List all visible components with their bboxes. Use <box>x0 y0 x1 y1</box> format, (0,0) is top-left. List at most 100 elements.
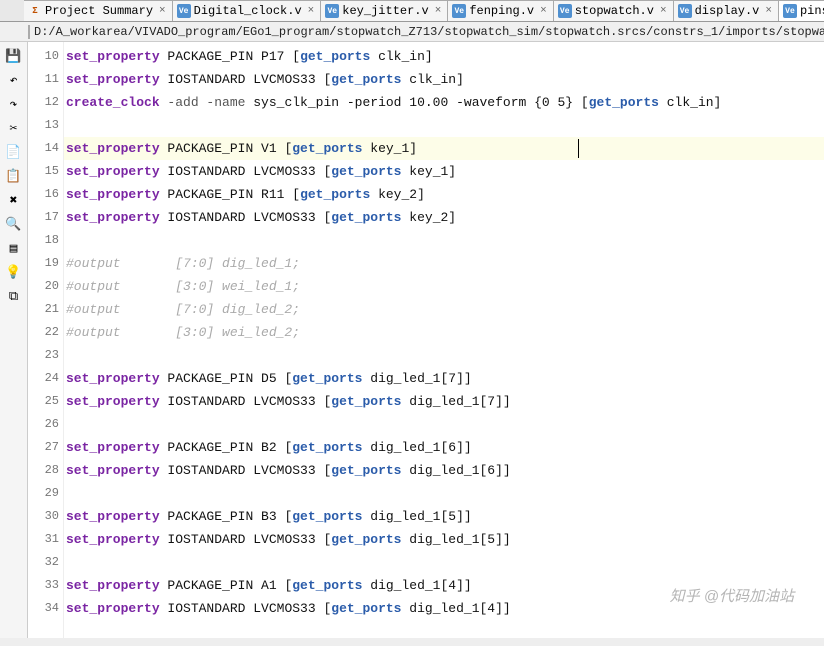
code-line[interactable]: create_clock -add -name sys_clk_pin -per… <box>64 91 824 114</box>
token-cm: #output [7:0] dig_led_1; <box>66 256 300 271</box>
code-line[interactable]: set_property IOSTANDARD LVCMOS33 [get_po… <box>64 206 824 229</box>
code-editor[interactable]: set_property PACKAGE_PIN P17 [get_ports … <box>64 42 824 646</box>
token-plain: sys_clk_pin -period 10.00 -waveform {0 5… <box>245 95 588 110</box>
find-icon[interactable]: 🔍 <box>4 214 24 234</box>
line-number: 19 <box>28 252 63 275</box>
token-plain: IOSTANDARD LVCMOS33 [ <box>160 601 332 616</box>
code-line[interactable]: set_property IOSTANDARD LVCMOS33 [get_po… <box>64 68 824 91</box>
delete-icon[interactable]: ✖ <box>4 190 24 210</box>
token-plain: clk_in] <box>659 95 721 110</box>
token-fn: get_ports <box>331 601 401 616</box>
token-kw: set_property <box>66 532 160 547</box>
copy-icon[interactable]: 📄 <box>4 142 24 162</box>
line-number: 13 <box>28 114 63 137</box>
token-fn: get_ports <box>331 210 401 225</box>
line-number: 21 <box>28 298 63 321</box>
tab-digital[interactable]: VeDigital_clock.v× <box>173 0 322 21</box>
line-number: 18 <box>28 229 63 252</box>
redo-icon[interactable]: ↷ <box>4 94 24 114</box>
code-line[interactable]: set_property PACKAGE_PIN B2 [get_ports d… <box>64 436 824 459</box>
horizontal-scrollbar[interactable] <box>0 638 824 646</box>
code-line[interactable]: set_property PACKAGE_PIN P17 [get_ports … <box>64 45 824 68</box>
line-number: 12 <box>28 91 63 114</box>
token-plain: dig_led_1[6]] <box>362 440 471 455</box>
token-cm: #output [3:0] wei_led_1; <box>66 279 300 294</box>
tab-pins[interactable]: Vepins_basys× <box>779 0 824 21</box>
cut-icon[interactable]: ✂ <box>4 118 24 138</box>
highlight-icon[interactable]: ▤ <box>4 238 24 258</box>
token-kw: set_property <box>66 601 160 616</box>
close-icon[interactable]: × <box>435 5 442 17</box>
ve-icon: Ve <box>177 4 191 18</box>
token-fn: get_ports <box>331 532 401 547</box>
token-fn: get_ports <box>292 371 362 386</box>
line-number: 15 <box>28 160 63 183</box>
close-icon[interactable]: × <box>159 5 166 17</box>
code-line[interactable]: set_property PACKAGE_PIN D5 [get_ports d… <box>64 367 824 390</box>
token-kw: set_property <box>66 509 160 524</box>
token-kw: set_property <box>66 210 160 225</box>
code-line[interactable]: #output [7:0] dig_led_2; <box>64 298 824 321</box>
line-number: 17 <box>28 206 63 229</box>
code-line[interactable] <box>64 482 824 505</box>
code-line[interactable]: set_property IOSTANDARD LVCMOS33 [get_po… <box>64 390 824 413</box>
code-line[interactable]: set_property IOSTANDARD LVCMOS33 [get_po… <box>64 528 824 551</box>
line-number: 23 <box>28 344 63 367</box>
line-number: 32 <box>28 551 63 574</box>
undo-icon[interactable]: ↶ <box>4 70 24 90</box>
token-fn: get_ports <box>331 394 401 409</box>
token-fn: get_ports <box>331 463 401 478</box>
file-path-bar: D:/A_workarea/VIVADO_program/EGo1_progra… <box>0 22 824 42</box>
token-plain: IOSTANDARD LVCMOS33 [ <box>160 394 332 409</box>
close-icon[interactable]: × <box>308 5 315 17</box>
code-line[interactable]: set_property PACKAGE_PIN B3 [get_ports d… <box>64 505 824 528</box>
code-line[interactable] <box>64 413 824 436</box>
code-line[interactable] <box>64 551 824 574</box>
code-line[interactable]: #output [3:0] wei_led_2; <box>64 321 824 344</box>
hint-icon[interactable]: 💡 <box>4 262 24 282</box>
token-plain: PACKAGE_PIN B2 [ <box>160 440 293 455</box>
code-line[interactable]: set_property IOSTANDARD LVCMOS33 [get_po… <box>64 597 824 620</box>
tab-jitter[interactable]: Vekey_jitter.v× <box>321 0 448 21</box>
line-number: 14 <box>28 137 63 160</box>
main-editor-area: 💾↶↷✂📄📋✖🔍▤💡⧉ 1011121314151617181920212223… <box>0 42 824 646</box>
paste-icon[interactable]: 📋 <box>4 166 24 186</box>
token-plain: clk_in] <box>401 72 463 87</box>
code-line[interactable]: set_property PACKAGE_PIN A1 [get_ports d… <box>64 574 824 597</box>
save-icon[interactable]: 💾 <box>4 46 24 66</box>
token-plain: PACKAGE_PIN P17 [ <box>160 49 300 64</box>
tab-stop[interactable]: Vestopwatch.v× <box>554 0 674 21</box>
code-line[interactable]: set_property IOSTANDARD LVCMOS33 [get_po… <box>64 459 824 482</box>
token-plain: PACKAGE_PIN R11 [ <box>160 187 300 202</box>
file-path-text: D:/A_workarea/VIVADO_program/EGo1_progra… <box>34 25 824 39</box>
line-number: 20 <box>28 275 63 298</box>
close-icon[interactable]: × <box>660 5 667 17</box>
close-icon[interactable]: × <box>540 5 547 17</box>
tab-label: display.v <box>695 4 760 18</box>
token-fn: get_ports <box>331 164 401 179</box>
ve-icon: Ve <box>678 4 692 18</box>
editor-left-toolbar: 💾 ↶ ↷ ✂ 📄 📋 ✖ 🔍 ▤ 💡 ⧉ <box>0 42 28 646</box>
close-icon[interactable]: × <box>765 5 772 17</box>
token-kw: create_clock <box>66 95 160 110</box>
code-line[interactable]: #output [7:0] dig_led_1; <box>64 252 824 275</box>
code-line[interactable]: set_property IOSTANDARD LVCMOS33 [get_po… <box>64 160 824 183</box>
code-line[interactable] <box>64 344 824 367</box>
ve-icon: Ve <box>325 4 339 18</box>
bookmark-icon[interactable]: ⧉ <box>4 286 24 306</box>
token-plain: dig_led_1[5]] <box>362 509 471 524</box>
line-number: 10 <box>28 45 63 68</box>
code-line[interactable]: set_property PACKAGE_PIN V1 [get_ports k… <box>64 137 824 160</box>
tab-summary[interactable]: ΣProject Summary× <box>24 0 173 21</box>
token-plain: IOSTANDARD LVCMOS33 [ <box>160 532 332 547</box>
code-line[interactable] <box>64 114 824 137</box>
code-line[interactable] <box>64 229 824 252</box>
token-plain: key_2] <box>370 187 425 202</box>
line-number: 25 <box>28 390 63 413</box>
code-line[interactable]: #output [3:0] wei_led_1; <box>64 275 824 298</box>
tab-fenping[interactable]: Vefenping.v× <box>448 0 553 21</box>
tab-display[interactable]: Vedisplay.v × <box>674 0 779 21</box>
line-number: 30 <box>28 505 63 528</box>
code-line[interactable]: set_property PACKAGE_PIN R11 [get_ports … <box>64 183 824 206</box>
line-number: 33 <box>28 574 63 597</box>
